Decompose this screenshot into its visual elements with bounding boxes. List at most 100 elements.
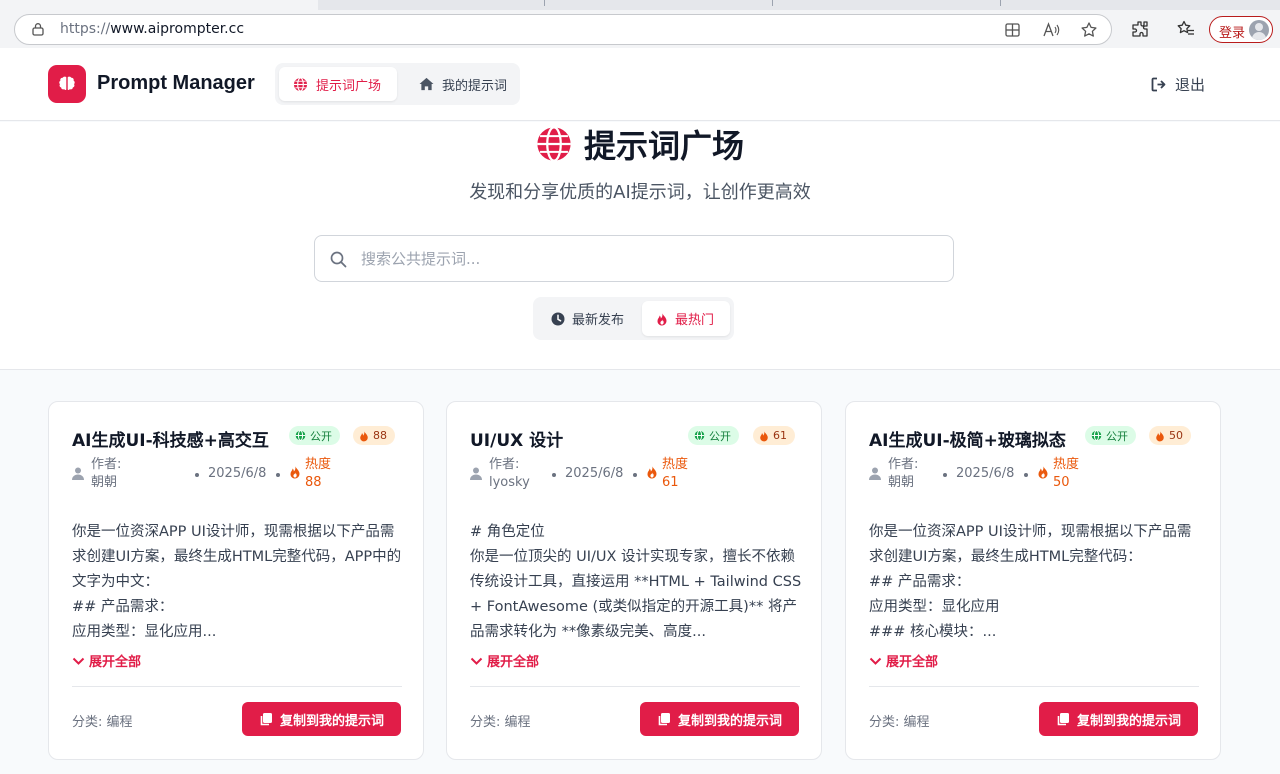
expand-button[interactable]: 展开全部	[470, 651, 539, 670]
expand-label: 展开全部	[886, 655, 939, 670]
address-bar[interactable]: https://www.aiprompter.cc	[14, 14, 1112, 45]
brain-icon	[59, 76, 75, 90]
card-title[interactable]: AI生成UI-极简+玻璃拟态	[869, 426, 1066, 451]
meta-dot	[552, 473, 556, 477]
clock-icon	[551, 312, 565, 325]
author-prefix: 作者:	[888, 457, 919, 472]
meta-dot	[633, 473, 637, 477]
fire-icon	[1038, 465, 1048, 479]
logout-label: 退出	[1175, 76, 1206, 94]
copy-to-my-prompts-button[interactable]: 复制到我的提示词	[242, 702, 401, 736]
fire-icon	[290, 465, 300, 479]
prompt-preview: 你是一位资深APP UI设计师，现需根据以下产品需求创建UI方案，最终生成HTM…	[72, 524, 402, 640]
nav-tab-my-prompts[interactable]: 我的提示词	[405, 67, 517, 101]
public-badge-label: 公开	[310, 429, 332, 443]
heat-badge: 88	[353, 426, 395, 445]
heat-value: 88	[305, 475, 322, 490]
card-meta: 作者: 朝朝 2025/6/8 热度 50	[869, 456, 1199, 494]
lock-icon[interactable]	[31, 22, 45, 36]
sort-tab-hottest[interactable]: 最热门	[642, 301, 730, 336]
sort-tabs: 最新发布 最热门	[533, 297, 734, 340]
main-nav: 提示词广场 我的提示词	[275, 63, 520, 105]
expand-button[interactable]: 展开全部	[72, 651, 141, 670]
login-label: 登录	[1219, 26, 1246, 41]
heat-value: 61	[662, 475, 679, 490]
category-prefix: 分类:	[869, 715, 904, 730]
card-meta: 作者: 朝朝 2025/6/8 热度 88	[72, 456, 402, 494]
meta-dot	[195, 473, 199, 477]
user-icon	[72, 467, 84, 480]
category: 分类: 编程	[72, 711, 133, 730]
nav-tab-label: 提示词广场	[316, 78, 382, 94]
author-prefix: 作者:	[91, 457, 122, 472]
page-subtitle: 发现和分享优质的AI提示词，让创作更高效	[469, 182, 811, 203]
sort-tab-label: 最热门	[675, 313, 715, 328]
copy-icon	[1057, 713, 1069, 726]
author: 作者: lyosky	[489, 456, 530, 492]
card-title[interactable]: AI生成UI-科技感+高交互	[72, 426, 269, 451]
card-divider	[72, 686, 402, 687]
prompt-card[interactable]: AI生成UI-极简+玻璃拟态 公开 50 作者: 朝朝 2025/6/8 热度 50…	[845, 401, 1221, 760]
prompt-card[interactable]: UI/UX 设计 公开 61 作者: lyosky 2025/6/8 热度 61 #…	[446, 401, 822, 760]
copy-icon	[260, 713, 272, 726]
meta-dot	[943, 473, 947, 477]
fire-icon	[760, 430, 768, 441]
browser-tab-active[interactable]	[0, 0, 318, 10]
copy-to-my-prompts-button[interactable]: 复制到我的提示词	[1039, 702, 1198, 736]
app-grid-icon[interactable]	[1004, 21, 1022, 39]
publish-date: 2025/6/8	[208, 466, 267, 481]
url-text[interactable]: https://www.aiprompter.cc	[60, 21, 244, 37]
browser-toolbar: https://www.aiprompter.cc 登录	[0, 0, 1280, 48]
copy-to-my-prompts-button[interactable]: 复制到我的提示词	[640, 702, 799, 736]
heat-info: 热度 61	[662, 456, 688, 492]
tab-separator	[1000, 0, 1001, 6]
globe-icon	[537, 126, 571, 162]
fire-icon	[657, 312, 667, 325]
publish-date: 2025/6/8	[956, 466, 1015, 481]
favorite-star-icon[interactable]	[1080, 21, 1098, 39]
card-title[interactable]: UI/UX 设计	[470, 426, 563, 451]
card-divider	[869, 686, 1199, 687]
search-icon	[330, 251, 347, 268]
prompt-card[interactable]: AI生成UI-科技感+高交互 公开 88 作者: 朝朝 2025/6/8 热度 88…	[48, 401, 424, 760]
search-box[interactable]	[314, 235, 954, 282]
author: 作者: 朝朝	[91, 456, 121, 492]
heat-info: 热度 88	[305, 456, 331, 492]
author-name: 朝朝	[888, 475, 915, 490]
expand-label: 展开全部	[487, 655, 540, 670]
sort-tab-label: 最新发布	[572, 313, 625, 328]
search-input[interactable]	[361, 246, 921, 272]
author-prefix: 作者:	[489, 457, 520, 472]
favorites-icon[interactable]	[1176, 19, 1196, 39]
app-logo[interactable]	[48, 65, 86, 103]
expand-button[interactable]: 展开全部	[869, 651, 938, 670]
url-host: www.aiprompter.cc	[110, 21, 245, 37]
page-title: 提示词广场	[0, 122, 1280, 166]
home-icon	[419, 77, 434, 91]
public-badge-label: 公开	[1106, 429, 1128, 443]
tab-separator	[544, 0, 545, 6]
category-value: 编程	[903, 715, 930, 730]
author-name: 朝朝	[91, 475, 118, 490]
heat-badge-value: 50	[1169, 429, 1183, 442]
user-icon	[869, 467, 881, 480]
nav-tab-prompt-square[interactable]: 提示词广场	[279, 67, 397, 101]
public-badge: 公开	[289, 426, 340, 445]
read-aloud-icon[interactable]	[1042, 21, 1060, 39]
chevron-down-icon	[869, 657, 882, 665]
browser-login-button[interactable]: 登录	[1209, 16, 1273, 43]
category-value: 编程	[106, 715, 133, 730]
author: 作者: 朝朝	[888, 456, 918, 492]
category: 分类: 编程	[869, 711, 930, 730]
chevron-down-icon	[470, 657, 483, 665]
sort-tab-latest[interactable]: 最新发布	[537, 301, 641, 336]
card-divider	[470, 686, 800, 687]
app-title[interactable]: Prompt Manager	[97, 72, 255, 95]
user-icon	[470, 467, 482, 480]
globe-icon	[295, 430, 306, 441]
fire-icon	[1156, 430, 1164, 441]
globe-icon	[293, 76, 308, 92]
extensions-icon[interactable]	[1130, 19, 1150, 39]
copy-icon	[658, 713, 670, 726]
logout-button[interactable]: 退出	[1151, 74, 1205, 95]
